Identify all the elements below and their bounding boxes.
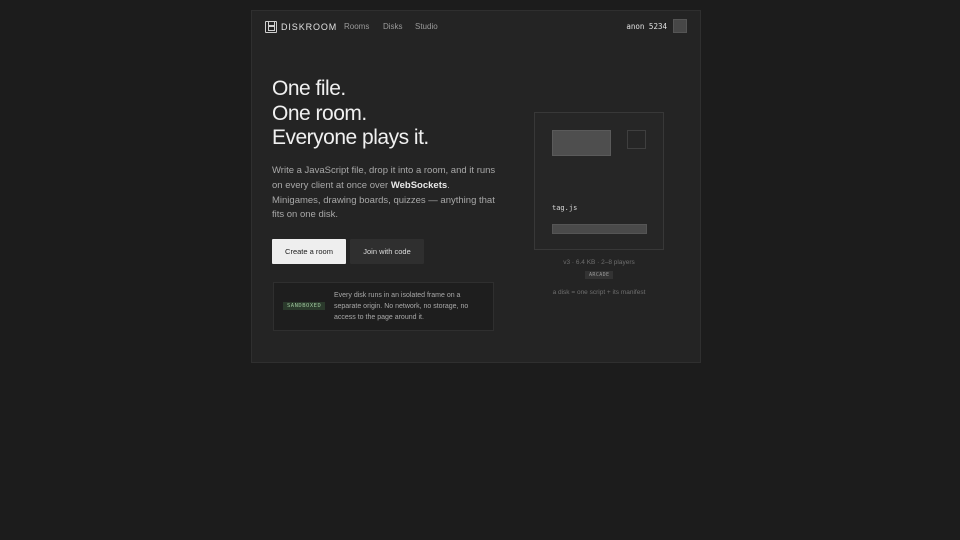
hero-title: One file. One room. Everyone plays it. (272, 77, 429, 151)
nav-rooms[interactable]: Rooms (344, 22, 369, 31)
sandbox-notice: SANDBOXED Every disk runs in an isolated… (273, 282, 494, 331)
disk-bar (552, 224, 647, 234)
floppy-disk-icon (265, 21, 277, 33)
lead-text: Write a JavaScript file, drop it into a … (272, 165, 496, 191)
app-logo[interactable]: DISKROOM (281, 22, 337, 32)
hero-line: One room. (272, 101, 367, 125)
nav-studio[interactable]: Studio (415, 22, 438, 31)
disk-filename: tag.js (552, 204, 578, 212)
sandbox-notice-text: Every disk runs in an isolated frame on … (334, 292, 469, 321)
disk-shutter (627, 130, 646, 149)
nav-disks[interactable]: Disks (383, 22, 403, 31)
disk-tag: ARCADE (585, 271, 614, 279)
disk-meta: v3 · 6.4 KB · 2–8 players (563, 259, 635, 266)
disk-caption: a disk = one script + its manifest (552, 289, 646, 296)
avatar[interactable] (673, 19, 687, 33)
lead-paragraph: Write a JavaScript file, drop it into a … (272, 164, 497, 223)
hero-line: One file. (272, 77, 346, 100)
user-name[interactable]: anon 5234 (626, 22, 667, 31)
join-with-code-button[interactable]: Join with code (350, 239, 424, 264)
disk-card[interactable]: tag.js (534, 112, 664, 250)
create-room-button[interactable]: Create a room (272, 239, 346, 264)
disk-label (552, 130, 611, 156)
lead-emphasis: WebSockets (390, 179, 448, 191)
hero-line: Everyone plays it. (272, 126, 429, 149)
sandboxed-badge: SANDBOXED (283, 302, 326, 310)
main-panel: DISKROOM Rooms Disks Studio anon 5234 On… (251, 10, 701, 363)
